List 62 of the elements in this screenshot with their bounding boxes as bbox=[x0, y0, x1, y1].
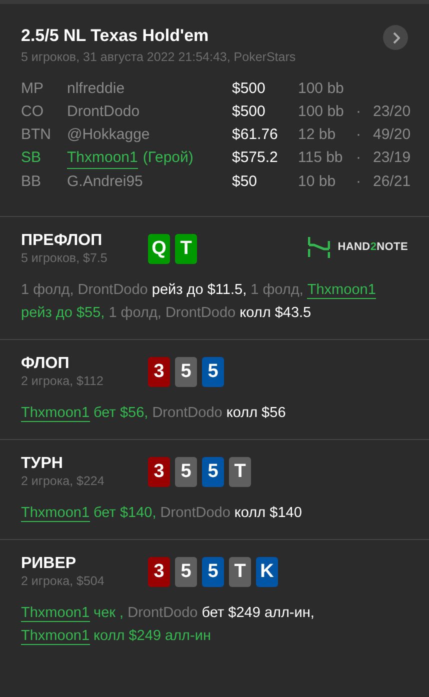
player-name: @Hokkagge bbox=[67, 125, 150, 145]
stack-amount: $500 bbox=[232, 79, 266, 99]
player-link[interactable]: Thxmoon1 bbox=[21, 505, 90, 522]
stack-amount: $50 bbox=[232, 172, 258, 192]
logo-icon bbox=[308, 236, 330, 258]
player-link[interactable]: Thxmoon1 bbox=[307, 282, 376, 299]
street-info: 2 игрока, $112 bbox=[21, 374, 104, 389]
street-info: 2 игрока, $224 bbox=[21, 474, 106, 489]
player-name: G.Andrei95 bbox=[67, 172, 143, 192]
street-title: ПРЕФЛОП bbox=[21, 231, 104, 251]
big-blinds: 10 bb bbox=[298, 172, 337, 192]
position-label: MP bbox=[21, 79, 44, 99]
next-button[interactable] bbox=[383, 25, 408, 50]
action-line: Thxmoon1 чек , DrontDodo бет $249 алл-ин, Thxmoon1 колл $249 алл-ин bbox=[21, 604, 316, 647]
street-title: ТУРН bbox=[21, 454, 64, 474]
street-title: РИВЕР bbox=[21, 554, 78, 574]
position-label: CO bbox=[21, 102, 44, 122]
chevron-right-icon bbox=[392, 32, 400, 44]
playing-card: 3 bbox=[148, 457, 170, 487]
action-line: Thxmoon1 бет $140, DrontDodo колл $140 bbox=[21, 504, 303, 524]
player-link[interactable]: Thxmoon1 bbox=[21, 405, 90, 422]
position-label: BB bbox=[21, 172, 42, 192]
playing-card: 5 bbox=[202, 457, 224, 487]
street-info: 2 игрока, $504 bbox=[21, 574, 106, 589]
big-blinds: 100 bb bbox=[298, 102, 345, 122]
hero-tag: (Герой) bbox=[142, 148, 194, 168]
player-link[interactable]: Thxmoon1 bbox=[67, 148, 138, 169]
player-link[interactable]: Thxmoon1 bbox=[21, 628, 90, 645]
player-link[interactable]: Thxmoon1 bbox=[21, 605, 90, 622]
hand-subtitle: 5 игроков, 31 августа 2022 21:54:43, PokerStars bbox=[21, 49, 297, 65]
action-line: 1 фолд, DrontDodo рейз до $11.5, 1 фолд, Thxmoon1 рейз до $55, 1 фолд, DrontDodo колл $43.5 bbox=[21, 281, 377, 323]
playing-card: 3 bbox=[148, 357, 170, 387]
stack-amount: $500 bbox=[232, 102, 266, 122]
playing-card: 3 bbox=[148, 557, 170, 587]
player-stats: · 26/21 bbox=[356, 172, 411, 192]
street-info: 5 игроков, $7.5 bbox=[21, 251, 108, 266]
position-label: BTN bbox=[21, 125, 52, 145]
playing-card: 5 bbox=[202, 557, 224, 587]
street-title: ФЛОП bbox=[21, 354, 70, 374]
player-stats: · 23/19 bbox=[356, 148, 411, 168]
big-blinds: 115 bb bbox=[298, 148, 344, 168]
big-blinds: 12 bb bbox=[298, 125, 337, 145]
playing-card: T bbox=[229, 557, 251, 587]
playing-card: 5 bbox=[175, 557, 197, 587]
player-name: nlfreddie bbox=[67, 79, 125, 99]
big-blinds: 100 bb bbox=[298, 79, 345, 99]
playing-card: 5 bbox=[202, 357, 224, 387]
playing-card: T bbox=[175, 234, 197, 264]
stack-amount: $575.2 bbox=[232, 148, 279, 168]
action-line: Thxmoon1 бет $56, DrontDodo колл $56 bbox=[21, 404, 287, 424]
stack-amount: $61.76 bbox=[232, 125, 279, 145]
hand-title: 2.5/5 NL Texas Hold'em bbox=[21, 25, 209, 47]
playing-card: T bbox=[229, 457, 251, 487]
playing-card: K bbox=[256, 557, 278, 587]
playing-card: 5 bbox=[175, 457, 197, 487]
logo-text: HAND2NOTE bbox=[338, 241, 408, 253]
player-stats: · 49/20 bbox=[356, 125, 411, 145]
playing-card: 5 bbox=[175, 357, 197, 387]
position-label: SB bbox=[21, 148, 42, 168]
playing-card: Q bbox=[148, 234, 170, 264]
player-name: DrontDodo bbox=[67, 102, 140, 122]
player-stats: · 23/20 bbox=[356, 102, 411, 122]
